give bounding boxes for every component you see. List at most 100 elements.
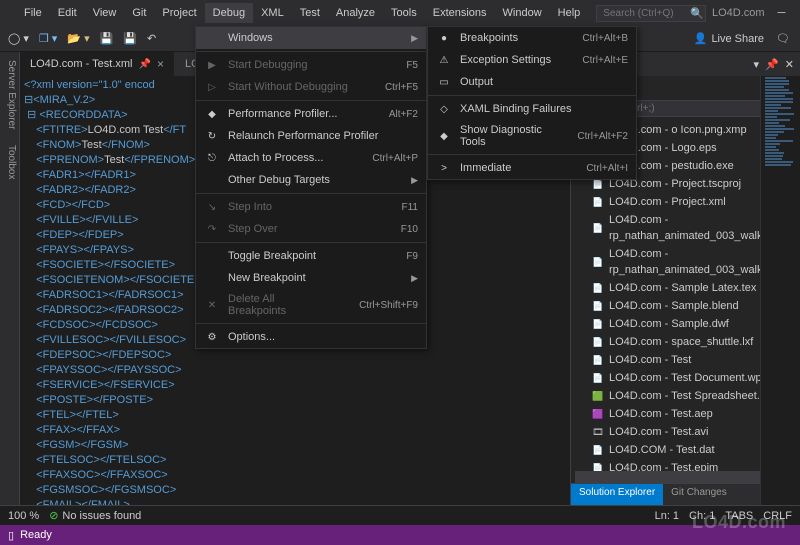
menu-help[interactable]: Help [550, 3, 589, 23]
side-tab-toolbox[interactable]: Toolbox [0, 137, 19, 187]
save-button[interactable]: 💾 [96, 30, 118, 47]
minimize-button[interactable]: ─ [765, 0, 799, 26]
menu-test[interactable]: Test [292, 3, 328, 23]
code-line[interactable]: <FPAYSSOC></FPAYSSOC> [24, 363, 570, 378]
code-line[interactable]: <FSERVICE></FSERVICE> [24, 378, 570, 393]
menu-window[interactable]: Window [495, 3, 550, 23]
menu-item-attach-to-process-[interactable]: ⎋ Attach to Process... Ctrl+Alt+P [196, 147, 426, 169]
menu-item-windows[interactable]: Windows ▶ [196, 27, 426, 49]
minimap[interactable] [760, 76, 800, 505]
menu-xml[interactable]: XML [253, 3, 292, 23]
menu-item-label: Start Debugging [228, 59, 378, 71]
menu-item-label: Immediate [460, 162, 558, 174]
file-icon: 📄 [591, 195, 605, 209]
menu-item-icon: ✕ [204, 300, 220, 311]
new-file-button[interactable]: ❐ ▾ [35, 30, 61, 47]
menu-item-performance-profiler-[interactable]: ◆ Performance Profiler... Alt+F2 [196, 103, 426, 125]
menu-item-options-[interactable]: ⚙ Options... [196, 326, 426, 348]
menu-item-toggle-breakpoint[interactable]: Toggle Breakpoint F9 [196, 245, 426, 267]
submenu-item-xaml-binding-failures[interactable]: ◇ XAML Binding Failures [428, 98, 636, 120]
menu-file[interactable]: File [16, 3, 50, 23]
menu-debug[interactable]: Debug [205, 3, 253, 23]
undo-button[interactable]: ↶ [143, 30, 160, 47]
pin-icon[interactable]: 📌 [139, 59, 151, 70]
code-line[interactable]: <FPOSTE></FPOSTE> [24, 393, 570, 408]
panel-tab-solution-explorer[interactable]: Solution Explorer [571, 484, 663, 505]
panel-close-icon[interactable]: ✕ [785, 58, 794, 71]
feedback-icon[interactable]: 🗨 [776, 32, 790, 45]
menu-item-shortcut: Ctrl+Shift+F9 [359, 300, 418, 311]
menu-project[interactable]: Project [154, 3, 204, 23]
file-name: LO4D.com - Test.epim [609, 460, 718, 471]
panel-pin-icon[interactable]: 📌 [765, 58, 779, 71]
zoom-level[interactable]: 100 % [8, 510, 39, 522]
code-line[interactable]: <FFAXSOC></FFAXSOC> [24, 468, 570, 483]
file-icon: 📄 [591, 461, 605, 471]
menu-item-icon: ▷ [204, 82, 220, 93]
nav-back-button[interactable]: ◯ ▾ [4, 30, 33, 47]
menu-edit[interactable]: Edit [50, 3, 85, 23]
window-title: LO4D.com [712, 7, 765, 19]
menu-tools[interactable]: Tools [383, 3, 425, 23]
watermark: LO4D.com [692, 512, 786, 533]
code-line[interactable]: <FTELSOC></FTELSOC> [24, 453, 570, 468]
menu-analyze[interactable]: Analyze [328, 3, 383, 23]
check-icon: ⊘ [49, 509, 58, 522]
panel-tab-git-changes[interactable]: Git Changes [663, 484, 735, 505]
file-name: LO4D.com - Sample Latex.tex [609, 280, 756, 296]
ready-icon: ▯ [8, 529, 14, 542]
submenu-arrow-icon: ▶ [411, 273, 418, 284]
menu-item-other-debug-targets[interactable]: Other Debug Targets ▶ [196, 169, 426, 191]
editor-tab[interactable]: LO4D.com - Test.xml📌× [20, 52, 175, 76]
code-line[interactable]: <FGSMSOC></FGSMSOC> [24, 483, 570, 498]
menu-item-icon: ⎋ [204, 153, 220, 164]
menu-item-label: Attach to Process... [228, 152, 344, 164]
menu-item-label: Output [460, 76, 628, 88]
submenu-item-immediate[interactable]: > Immediate Ctrl+Alt+I [428, 157, 636, 179]
code-line[interactable]: <FTEL></FTEL> [24, 408, 570, 423]
file-name: LO4D.com - Project.xml [609, 194, 726, 210]
menu-item-label: Relaunch Performance Profiler [228, 130, 418, 142]
file-icon: 🟪 [591, 407, 605, 421]
menu-item-icon: > [436, 163, 452, 174]
submenu-item-breakpoints[interactable]: ● Breakpoints Ctrl+Alt+B [428, 27, 636, 49]
issues-indicator[interactable]: ⊘ No issues found [49, 509, 141, 522]
code-line[interactable]: <FGSM></FGSM> [24, 438, 570, 453]
submenu-item-output[interactable]: ▭ Output [428, 71, 636, 93]
file-icon: 📄 [591, 371, 605, 385]
menu-item-label: Show Diagnostic Tools [460, 124, 549, 148]
submenu-item-exception-settings[interactable]: ⚠ Exception Settings Ctrl+Alt+E [428, 49, 636, 71]
menu-item-shortcut: Ctrl+Alt+I [586, 163, 628, 174]
side-tab-server-explorer[interactable]: Server Explorer [0, 52, 19, 137]
menu-item-label: Exception Settings [460, 54, 554, 66]
menu-extensions[interactable]: Extensions [425, 3, 495, 23]
menu-item-step-into: ↘ Step Into F11 [196, 196, 426, 218]
menu-item-label: Step Into [228, 201, 374, 213]
code-line[interactable]: <FMAIL></FMAIL> [24, 498, 570, 505]
menu-bar: FileEditViewGitProjectDebugXMLTestAnalyz… [16, 3, 588, 23]
menu-item-relaunch-performance-profiler[interactable]: ↻ Relaunch Performance Profiler [196, 125, 426, 147]
code-line[interactable]: <FDEPSOC></FDEPSOC> [24, 348, 570, 363]
file-icon: 📄 [591, 221, 605, 235]
menu-item-label: XAML Binding Failures [460, 103, 628, 115]
menu-item-new-breakpoint[interactable]: New Breakpoint ▶ [196, 267, 426, 289]
file-name: LO4D.com - Test [609, 352, 691, 368]
line-indicator[interactable]: Ln: 1 [655, 510, 679, 522]
file-icon: 📄 [591, 443, 605, 457]
menu-git[interactable]: Git [124, 3, 154, 23]
menu-item-icon: ⚠ [436, 55, 452, 66]
file-icon: 🟩 [591, 389, 605, 403]
file-name: LO4D.com - Test.avi [609, 424, 708, 440]
menu-view[interactable]: View [85, 3, 125, 23]
menu-item-delete-all-breakpoints: ✕ Delete All Breakpoints Ctrl+Shift+F9 [196, 289, 426, 321]
save-all-button[interactable]: 💾 [119, 30, 141, 47]
tab-close-icon[interactable]: × [157, 57, 164, 71]
code-line[interactable]: <FFAX></FFAX> [24, 423, 570, 438]
submenu-item-show-diagnostic-tools[interactable]: ◆ Show Diagnostic Tools Ctrl+Alt+F2 [428, 120, 636, 152]
open-button[interactable]: 📂 ▾ [63, 30, 93, 47]
panel-dropdown-icon[interactable]: ▾ [754, 58, 760, 71]
ready-label: Ready [20, 529, 52, 541]
menu-item-label: New Breakpoint [228, 272, 403, 284]
menu-item-label: Delete All Breakpoints [228, 293, 331, 317]
live-share-button[interactable]: 👤 Live Share 🗨 [688, 30, 796, 47]
